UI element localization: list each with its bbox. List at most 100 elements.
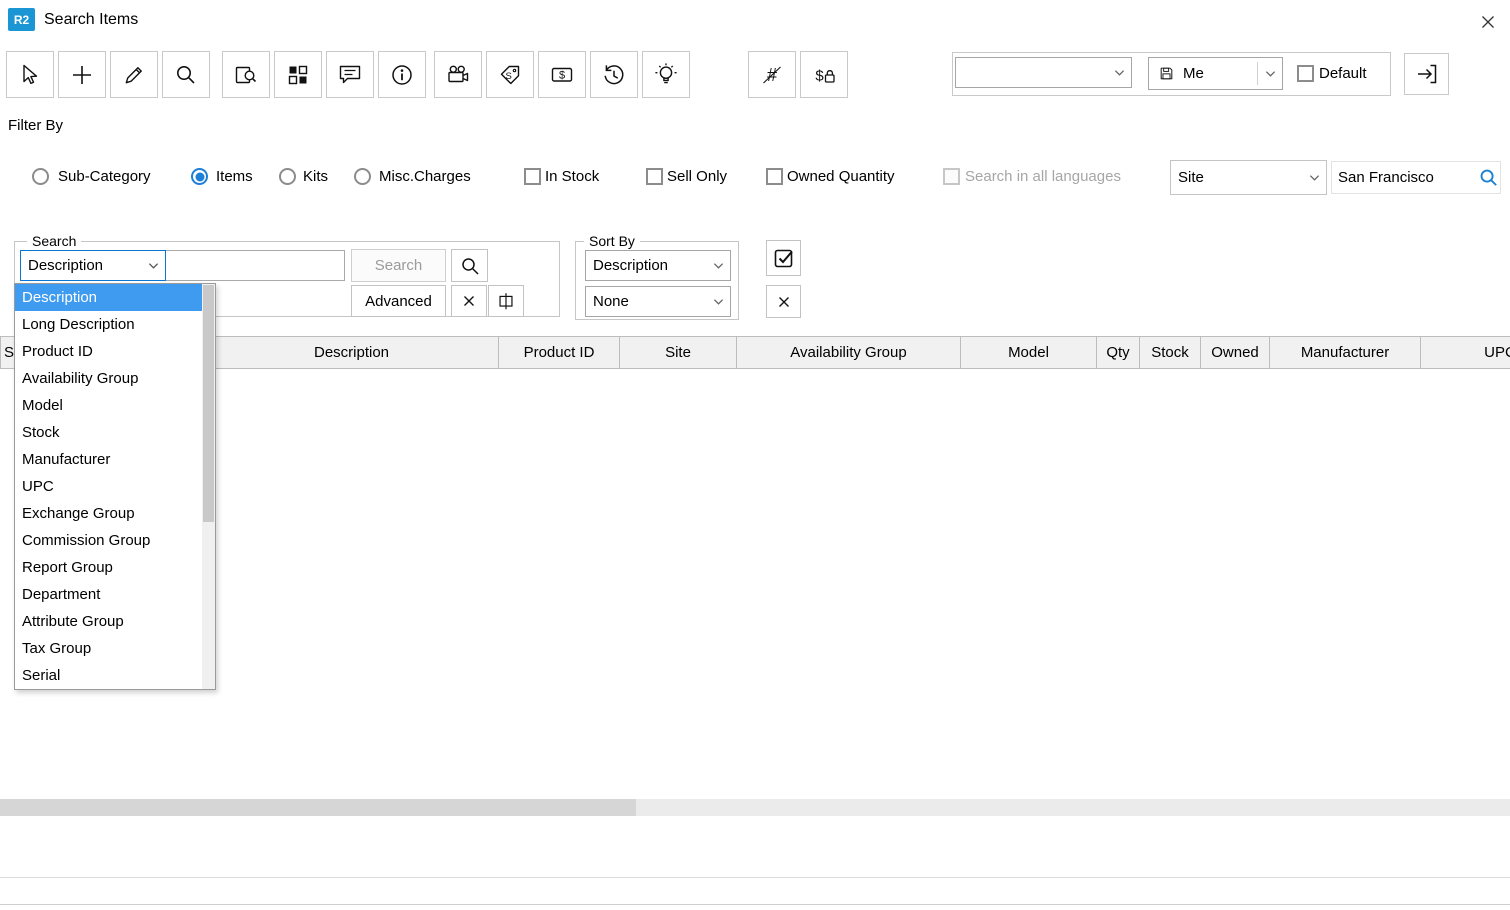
in-stock-checkbox[interactable] <box>524 168 541 185</box>
dropdown-option[interactable]: Model <box>15 392 202 419</box>
dropdown-option[interactable]: Availability Group <box>15 365 202 392</box>
dropdown-option[interactable]: Stock <box>15 419 202 446</box>
close-icon <box>1480 14 1496 30</box>
divider <box>0 904 1510 905</box>
search-all-languages-label: Search in all languages <box>965 168 1121 186</box>
toolbar-button-search[interactable] <box>162 51 210 98</box>
sell-only-checkbox[interactable] <box>646 168 663 185</box>
comment-icon <box>337 62 363 88</box>
sort-clear-button[interactable] <box>766 285 801 318</box>
dropdown-scrollbar-thumb[interactable] <box>203 285 214 522</box>
column-header-model[interactable]: Model <box>960 336 1097 369</box>
toolbar-button-grid-layout[interactable] <box>274 51 322 98</box>
profile-combo[interactable] <box>955 57 1132 88</box>
horizontal-scrollbar[interactable] <box>0 799 1510 816</box>
sort-primary-value: Description <box>593 257 668 274</box>
chevron-down-icon <box>148 262 159 270</box>
dropdown-option[interactable]: Tax Group <box>15 635 202 662</box>
column-header-owned[interactable]: Owned <box>1200 336 1270 369</box>
default-checkbox-label: Default <box>1319 65 1367 83</box>
column-header-availability-group[interactable]: Availability Group <box>736 336 961 369</box>
idea-icon <box>653 62 679 88</box>
dropdown-option[interactable]: UPC <box>15 473 202 500</box>
search-group-label: Search <box>27 233 81 249</box>
toolbar-button-comment[interactable] <box>326 51 374 98</box>
toolbar-button-search-view[interactable] <box>222 51 270 98</box>
site-combo-value: Site <box>1178 169 1204 186</box>
radio-sub-category[interactable] <box>32 168 49 185</box>
clear-search-button[interactable] <box>451 285 487 317</box>
radio-misc-charges[interactable] <box>354 168 371 185</box>
dropdown-option[interactable]: Description <box>15 284 202 311</box>
radio-items-label: Items <box>216 168 253 186</box>
toolbar-button-hash[interactable]: # <box>748 51 796 98</box>
divider <box>0 877 1510 878</box>
dropdown-option[interactable]: Commission Group <box>15 527 202 554</box>
dropdown-option[interactable]: Manufacturer <box>15 446 202 473</box>
sell-only-label: Sell Only <box>667 168 727 186</box>
edit-icon <box>121 62 147 88</box>
advanced-button[interactable]: Advanced <box>351 285 446 317</box>
column-header-stock[interactable]: Stock <box>1139 336 1201 369</box>
column-header-site[interactable]: Site <box>619 336 737 369</box>
toolbar-button-tag-s[interactable]: S <box>486 51 534 98</box>
toolbar-button-add[interactable] <box>58 51 106 98</box>
column-header-manufacturer[interactable]: Manufacturer <box>1269 336 1421 369</box>
dropdown-option[interactable]: Serial <box>15 662 202 689</box>
exit-icon <box>1414 61 1440 87</box>
column-header-upc[interactable]: UPC <box>1420 336 1510 369</box>
site-search-button[interactable] <box>1478 167 1499 188</box>
dropdown-option[interactable]: Product ID <box>15 338 202 365</box>
column-header-qty[interactable]: Qty <box>1096 336 1140 369</box>
dropdown-option[interactable]: Department <box>15 581 202 608</box>
radio-items[interactable] <box>191 168 208 185</box>
me-dropdown-toggle[interactable] <box>1265 70 1276 78</box>
toolbar-button-pointer[interactable] <box>6 51 54 98</box>
divider <box>1257 62 1258 85</box>
dropdown-option[interactable]: Report Group <box>15 554 202 581</box>
dropdown-scrollbar[interactable] <box>202 284 215 689</box>
search-button[interactable]: Search <box>351 249 446 282</box>
sort-secondary-combo[interactable]: None <box>585 286 731 317</box>
search-term-input[interactable] <box>165 250 345 281</box>
x-icon <box>775 293 793 311</box>
sort-apply-button[interactable] <box>766 240 801 276</box>
owned-quantity-checkbox[interactable] <box>766 168 783 185</box>
exit-button[interactable] <box>1404 53 1449 95</box>
me-button-label: Me <box>1183 65 1204 82</box>
site-search-input[interactable] <box>1331 161 1501 194</box>
save-me-button[interactable]: Me <box>1148 57 1283 90</box>
toolbar-button-info[interactable] <box>378 51 426 98</box>
search-icon <box>459 255 481 277</box>
default-checkbox[interactable] <box>1297 65 1314 82</box>
advanced-button-label: Advanced <box>365 293 432 310</box>
info-icon <box>389 62 415 88</box>
toolbar-button-edit[interactable] <box>110 51 158 98</box>
x-icon <box>460 292 478 310</box>
svg-text:$: $ <box>559 69 565 81</box>
dropdown-option[interactable]: Long Description <box>15 311 202 338</box>
column-header-product-id[interactable]: Product ID <box>498 336 620 369</box>
owned-quantity-label: Owned Quantity <box>787 168 895 186</box>
toolbar-button-idea[interactable] <box>642 51 690 98</box>
toolbar-button-price-lock[interactable]: $ <box>800 51 848 98</box>
close-button[interactable] <box>1476 10 1500 34</box>
horizontal-scrollbar-thumb[interactable] <box>0 799 636 816</box>
column-header-description[interactable]: Description <box>204 336 499 369</box>
search-field-combo[interactable]: Description <box>20 250 166 281</box>
radio-kits[interactable] <box>279 168 296 185</box>
chevron-down-icon <box>1114 69 1125 77</box>
save-icon <box>1158 65 1175 82</box>
site-combo[interactable]: Site <box>1170 160 1327 195</box>
toolbar-button-history[interactable] <box>590 51 638 98</box>
search-all-languages-checkbox <box>943 168 960 185</box>
sort-primary-combo[interactable]: Description <box>585 250 731 281</box>
toolbar-button-price-tag[interactable]: $ <box>538 51 586 98</box>
in-stock-label: In Stock <box>545 168 599 186</box>
toolbar-button-camera[interactable] <box>434 51 482 98</box>
dropdown-option[interactable]: Exchange Group <box>15 500 202 527</box>
search-magnifier-button[interactable] <box>451 249 488 282</box>
expand-search-button[interactable] <box>488 285 524 317</box>
dropdown-option[interactable]: Attribute Group <box>15 608 202 635</box>
search-field-dropdown: Description Long Description Product ID … <box>14 283 216 690</box>
